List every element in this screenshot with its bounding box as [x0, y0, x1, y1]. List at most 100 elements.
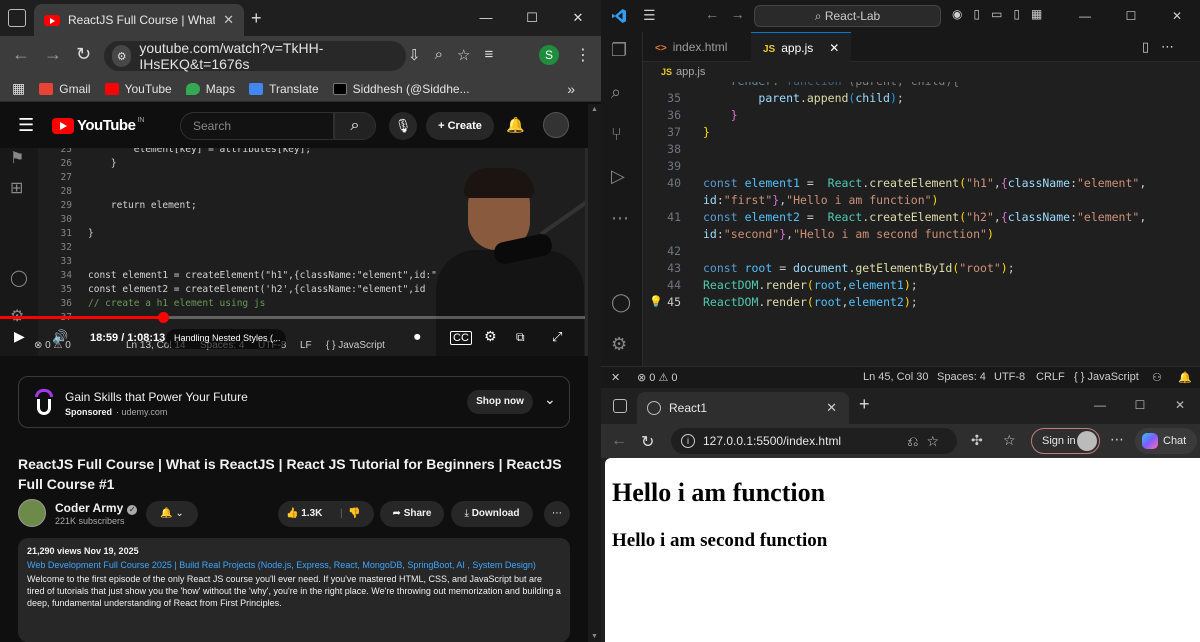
youtube-logo[interactable]: YouTube IN: [52, 117, 144, 134]
channel-name-row[interactable]: Coder Army ✓: [55, 501, 138, 515]
reload-icon[interactable]: ↻: [76, 44, 91, 65]
toggle-panel-icon[interactable]: ▭: [991, 7, 1002, 21]
toggle-secondary-sidebar-icon[interactable]: ▯: [1013, 7, 1020, 21]
favorites-icon[interactable]: ☆: [1003, 432, 1016, 449]
run-debug-icon[interactable]: ▷: [611, 166, 625, 187]
zoom-search-icon[interactable]: ⌕: [435, 46, 443, 64]
extensions-icon[interactable]: ⋯: [611, 208, 629, 229]
chrome-tab-youtube[interactable]: ReactJS Full Course | What is Re ✕: [34, 4, 244, 36]
close-tab-icon[interactable]: ✕: [829, 41, 839, 55]
copilot-chat-icon[interactable]: ◉: [952, 7, 962, 21]
page-scrollbar[interactable]: ▲ ▼: [588, 104, 601, 642]
chevron-down-icon[interactable]: ⌄: [544, 391, 556, 408]
tab-index-html[interactable]: <> index.html: [643, 32, 739, 62]
bookmark-translate[interactable]: Translate: [249, 82, 319, 96]
back-arrow-icon[interactable]: ←: [611, 432, 627, 450]
like-button[interactable]: 👍 1.3K: [286, 508, 322, 519]
problems-status[interactable]: ⊗ 0 ⚠ 0: [637, 371, 677, 384]
video-progress-bar[interactable]: [0, 312, 585, 323]
video-player[interactable]: ⚑ ⊞ ◯ ⚙ 25 element[key] = attributes[key…: [0, 148, 601, 356]
forward-arrow-icon[interactable]: →: [731, 6, 745, 22]
explorer-files-icon[interactable]: ❐: [611, 40, 627, 61]
shop-now-button[interactable]: Shop now: [467, 390, 533, 414]
indentation-status[interactable]: Spaces: 4: [937, 371, 986, 383]
customize-layout-icon[interactable]: ▦: [1031, 7, 1042, 21]
bookmark-x-profile[interactable]: Siddhesh (@Siddhe...: [332, 82, 470, 96]
maximize-button[interactable]: ☐: [509, 0, 555, 36]
site-info-icon[interactable]: i: [681, 434, 695, 448]
read-aloud-icon[interactable]: ⎌: [907, 433, 926, 449]
tab-search-icon[interactable]: [8, 9, 26, 27]
language-mode[interactable]: { } JavaScript: [1074, 371, 1139, 383]
install-app-icon[interactable]: ⇩: [408, 46, 421, 64]
more-actions-icon[interactable]: ⋯: [544, 501, 570, 527]
maximize-button[interactable]: ☐: [1120, 388, 1160, 422]
minimize-button[interactable]: —: [463, 0, 509, 36]
close-tab-icon[interactable]: ✕: [826, 392, 837, 424]
remote-indicator-icon[interactable]: ✕: [611, 371, 620, 384]
back-arrow-icon[interactable]: ←: [705, 6, 719, 22]
source-control-icon[interactable]: ⑂: [611, 124, 622, 145]
video-description[interactable]: 21,290 views Nov 19, 2025 Web Developmen…: [18, 538, 570, 642]
menu-icon[interactable]: ☰: [643, 7, 656, 24]
create-button[interactable]: + Create: [426, 112, 494, 140]
edge-address-bar[interactable]: i 127.0.0.1:5500/index.html ⎌☆: [671, 428, 957, 454]
notifications-bell-icon[interactable]: 🔔: [506, 116, 525, 134]
accounts-icon[interactable]: ◯: [611, 292, 631, 313]
tab-app-js[interactable]: JS app.js ✕: [751, 32, 852, 62]
chapter-pill[interactable]: Handling Nested Styles (...: [166, 329, 286, 349]
playlist-link[interactable]: Web Development Full Course 2025 | Build…: [27, 559, 561, 571]
new-tab-button[interactable]: +: [251, 8, 262, 29]
apps-grid-icon[interactable]: ▦: [12, 80, 25, 97]
video-scrubber-handle[interactable]: [157, 312, 169, 323]
notifications-subscribe-button[interactable]: 🔔 ⌄: [146, 501, 198, 527]
close-window-button[interactable]: ✕: [1154, 0, 1200, 32]
dislike-button[interactable]: 👎: [348, 501, 360, 527]
lightbulb-icon[interactable]: 💡: [649, 295, 663, 308]
bookmark-gmail[interactable]: Gmail: [39, 82, 91, 96]
channel-avatar[interactable]: [18, 499, 46, 527]
minimize-button[interactable]: —: [1080, 388, 1120, 422]
search-icon[interactable]: ⌕: [334, 112, 376, 140]
download-button[interactable]: ⤓ Download: [451, 501, 533, 527]
scroll-down-arrow-icon[interactable]: ▼: [591, 633, 598, 640]
maximize-button[interactable]: ☐: [1108, 0, 1154, 32]
bookmark-maps[interactable]: Maps: [185, 82, 235, 96]
cursor-position[interactable]: Ln 45, Col 30: [863, 371, 928, 383]
code-editor[interactable]: render: function (parent, child){ 35 par…: [643, 82, 1200, 366]
copilot-chat-button[interactable]: Chat: [1135, 428, 1197, 454]
chrome-menu-icon[interactable]: ⋮: [575, 45, 591, 65]
bookmark-youtube[interactable]: YouTube: [104, 82, 172, 96]
favorite-star-icon[interactable]: ☆: [926, 433, 947, 449]
profile-avatar[interactable]: S: [539, 45, 559, 65]
split-editor-icon[interactable]: ▯: [1142, 39, 1161, 54]
close-tab-icon[interactable]: ✕: [223, 12, 234, 28]
media-controls-icon[interactable]: ≡: [484, 46, 493, 64]
edge-tab-react1[interactable]: React1 ✕: [637, 392, 849, 424]
new-tab-button[interactable]: +: [859, 394, 870, 415]
live-server-icon[interactable]: ⚇: [1152, 371, 1162, 384]
scroll-up-arrow-icon[interactable]: ▲: [591, 106, 598, 113]
hamburger-menu-icon[interactable]: ☰: [18, 115, 34, 136]
notifications-bell-icon[interactable]: 🔔: [1178, 371, 1192, 384]
youtube-search-input[interactable]: Search: [180, 112, 334, 140]
more-actions-icon[interactable]: ⋯: [1161, 39, 1186, 54]
search-icon[interactable]: ⌕: [611, 82, 621, 103]
share-button[interactable]: ➦ Share: [380, 501, 444, 527]
breadcrumb[interactable]: JS app.js: [643, 62, 1200, 82]
minimize-button[interactable]: —: [1062, 0, 1108, 32]
close-window-button[interactable]: ✕: [555, 0, 601, 36]
sign-in-button[interactable]: Sign in: [1031, 428, 1100, 454]
toggle-primary-sidebar-icon[interactable]: ▯: [973, 7, 980, 21]
bookmark-star-icon[interactable]: ☆: [457, 46, 470, 64]
encoding-status[interactable]: UTF-8: [994, 371, 1025, 383]
settings-more-icon[interactable]: ⋯: [1110, 431, 1124, 448]
workspaces-icon[interactable]: [613, 399, 627, 413]
extensions-puzzle-icon[interactable]: ✣: [971, 432, 983, 449]
reload-icon[interactable]: ↻: [641, 432, 654, 452]
eol-status[interactable]: CRLF: [1036, 371, 1065, 383]
back-arrow-icon[interactable]: ←: [12, 44, 30, 65]
site-info-icon[interactable]: ⚙: [112, 45, 132, 67]
sponsored-ad-card[interactable]: Gain Skills that Power Your Future Spons…: [18, 376, 570, 428]
close-window-button[interactable]: ✕: [1160, 388, 1200, 422]
